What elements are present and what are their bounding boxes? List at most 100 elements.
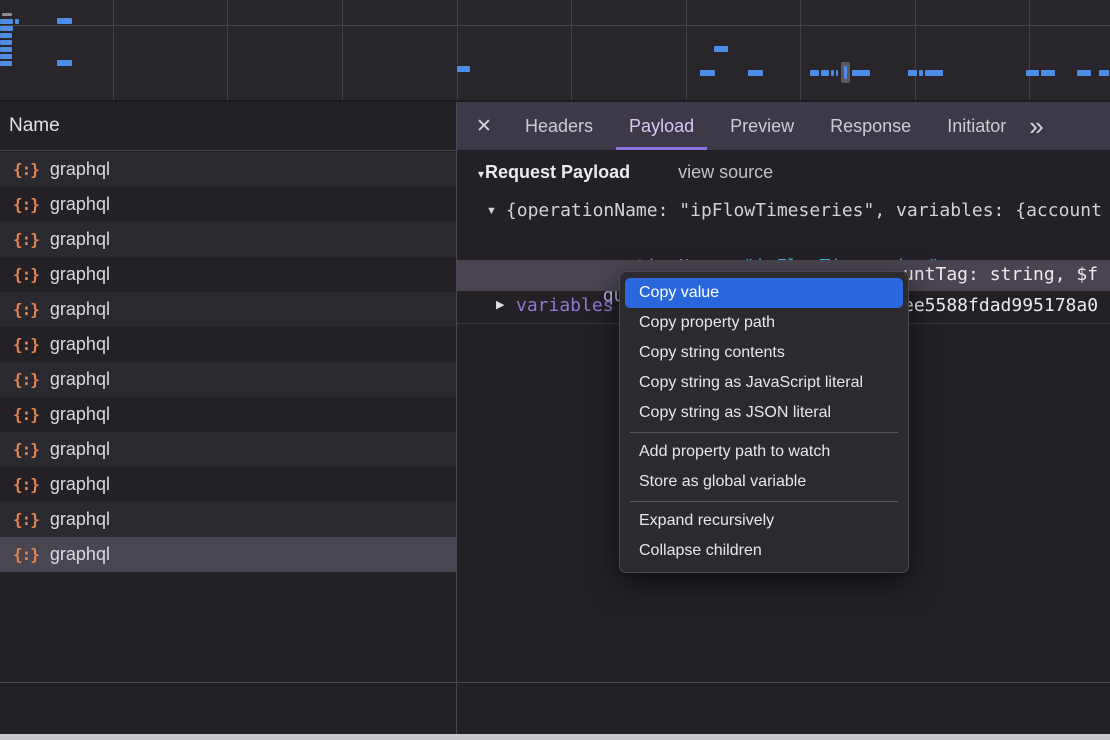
window-bottom-edge bbox=[0, 734, 1110, 740]
request-name-label: graphql bbox=[50, 334, 110, 355]
json-braces-icon: {:} bbox=[13, 160, 39, 179]
request-timing-bar bbox=[1099, 70, 1109, 76]
request-timing-bar bbox=[1026, 70, 1039, 76]
requests-list: {:} graphql {:} graphql {:} graphql {:} graphql… bbox=[0, 152, 456, 740]
requests-panel: Name {:}graphql{:}graphql{:}graphql{:}gr… bbox=[0, 102, 456, 740]
menu-item-store-as-global-variable[interactable]: Store as global variable bbox=[620, 467, 908, 497]
network-request-row[interactable]: {:} graphql bbox=[0, 502, 456, 537]
request-timing-bar bbox=[57, 18, 72, 24]
timeline-gridline bbox=[571, 0, 572, 100]
close-icon[interactable]: ✕ bbox=[456, 102, 512, 150]
request-timing-bar bbox=[15, 19, 19, 24]
details-tabs: HeadersPayloadPreviewResponseInitiator bbox=[512, 102, 1019, 150]
network-request-row[interactable]: {:} graphql bbox=[0, 152, 456, 187]
tab-initiator[interactable]: Initiator bbox=[934, 102, 1019, 150]
request-timing-bar bbox=[831, 70, 834, 76]
timeline-gridline bbox=[686, 0, 687, 100]
network-request-row[interactable]: {:} graphql bbox=[0, 467, 456, 502]
menu-item-expand-recursively[interactable]: Expand recursively bbox=[620, 506, 908, 536]
network-overview-timeline[interactable] bbox=[0, 0, 1110, 102]
network-request-row[interactable]: {:}graphql bbox=[0, 362, 456, 397]
request-timing-bar bbox=[0, 19, 13, 24]
json-braces-icon: {:} bbox=[13, 265, 39, 284]
expanded-triangle-icon[interactable]: ▼ bbox=[486, 205, 497, 217]
request-name-label: graphql bbox=[50, 369, 110, 390]
payload-root-node[interactable]: ▼ {operationName: "ipFlowTimeseries", va… bbox=[486, 200, 1110, 221]
network-request-row[interactable]: {:}graphql bbox=[0, 257, 456, 292]
timeline-gridline bbox=[113, 0, 114, 100]
collapsed-triangle-icon[interactable]: ▶ bbox=[496, 298, 504, 311]
section-collapse-triangle-icon[interactable]: ▾ bbox=[478, 167, 484, 181]
request-timing-bar bbox=[852, 70, 870, 76]
timeline-gridline bbox=[457, 0, 458, 100]
summary-bar-divider bbox=[0, 682, 1110, 683]
request-timing-bar bbox=[457, 66, 470, 72]
json-braces-icon: {:} bbox=[13, 475, 39, 494]
tab-payload[interactable]: Payload bbox=[616, 102, 707, 150]
request-timing-bar bbox=[925, 70, 943, 76]
request-name-label: graphql bbox=[50, 509, 110, 530]
json-braces-icon: {:} bbox=[13, 195, 39, 214]
request-timing-bar bbox=[1041, 70, 1055, 76]
tab-headers[interactable]: Headers bbox=[512, 102, 606, 150]
json-braces-icon: {:} bbox=[13, 405, 39, 424]
request-name-label: graphql bbox=[50, 194, 110, 215]
json-braces-icon: {:} bbox=[13, 510, 39, 529]
menu-item-copy-value[interactable]: Copy value bbox=[625, 278, 903, 308]
network-request-row[interactable]: {:}graphql bbox=[0, 537, 456, 572]
timeline-marker-bar bbox=[844, 66, 847, 79]
network-request-row[interactable]: {:}graphql bbox=[0, 327, 456, 362]
request-timing-bar bbox=[2, 13, 12, 16]
network-request-row[interactable]: {:} graphql bbox=[0, 292, 456, 327]
request-timing-bar bbox=[714, 46, 728, 52]
more-tabs-icon[interactable]: » bbox=[1023, 102, 1049, 150]
tab-preview[interactable]: Preview bbox=[717, 102, 807, 150]
menu-item-add-property-path-to-watch[interactable]: Add property path to watch bbox=[620, 437, 908, 467]
timeline-gridline bbox=[1029, 0, 1030, 100]
request-timing-bar bbox=[0, 61, 12, 66]
request-name-label: graphql bbox=[50, 159, 110, 180]
request-timing-bar bbox=[836, 70, 838, 76]
json-braces-icon: {:} bbox=[13, 440, 39, 459]
menu-item-copy-property-path[interactable]: Copy property path bbox=[620, 308, 908, 338]
menu-separator bbox=[630, 432, 898, 433]
network-request-row[interactable]: {:} graphql bbox=[0, 187, 456, 222]
json-key: variables bbox=[516, 295, 614, 316]
request-name-label: graphql bbox=[50, 544, 110, 565]
network-request-row[interactable]: {:}graphql bbox=[0, 222, 456, 257]
request-timing-bar bbox=[700, 70, 715, 76]
menu-separator bbox=[630, 501, 898, 502]
tab-response[interactable]: Response bbox=[817, 102, 924, 150]
request-payload-section-header[interactable]: ▾ Request Payload view source bbox=[478, 162, 773, 183]
menu-item-copy-string-as-json-literal[interactable]: Copy string as JSON literal bbox=[620, 398, 908, 428]
menu-item-copy-string-contents[interactable]: Copy string contents bbox=[620, 338, 908, 368]
request-timing-bar bbox=[0, 33, 12, 38]
timeline-gridline bbox=[800, 0, 801, 100]
request-timing-bar bbox=[908, 70, 917, 76]
request-timing-bar bbox=[0, 40, 12, 45]
json-value-preview: ee5588fdad995178a0 bbox=[903, 295, 1098, 316]
request-timing-bar bbox=[0, 26, 13, 31]
request-timing-bar bbox=[0, 54, 12, 59]
timeline-gridline bbox=[227, 0, 228, 100]
network-request-row[interactable]: {:}graphql bbox=[0, 397, 456, 432]
panel-splitter[interactable] bbox=[456, 102, 457, 734]
view-source-link[interactable]: view source bbox=[678, 162, 773, 183]
section-title: Request Payload bbox=[485, 162, 630, 183]
json-braces-icon: {:} bbox=[13, 300, 39, 319]
request-name-label: graphql bbox=[50, 474, 110, 495]
context-menu: Copy valueCopy property pathCopy string … bbox=[619, 271, 909, 573]
menu-item-collapse-children[interactable]: Collapse children bbox=[620, 536, 908, 566]
network-request-row[interactable]: {:}graphql bbox=[0, 432, 456, 467]
payload-root-preview: {operationName: "ipFlowTimeseries", vari… bbox=[506, 200, 1102, 221]
menu-item-copy-string-as-javascript-literal[interactable]: Copy string as JavaScript literal bbox=[620, 368, 908, 398]
timeline-gridline bbox=[0, 25, 1110, 26]
request-timing-bar bbox=[821, 70, 829, 76]
json-string-value-continued: untTag: string, $f bbox=[903, 264, 1098, 285]
request-timing-bar bbox=[810, 70, 819, 76]
request-timing-bar bbox=[0, 47, 12, 52]
json-braces-icon: {:} bbox=[13, 230, 39, 249]
request-name-label: graphql bbox=[50, 299, 110, 320]
timeline-gridline bbox=[915, 0, 916, 100]
name-column-header[interactable]: Name bbox=[0, 102, 456, 151]
